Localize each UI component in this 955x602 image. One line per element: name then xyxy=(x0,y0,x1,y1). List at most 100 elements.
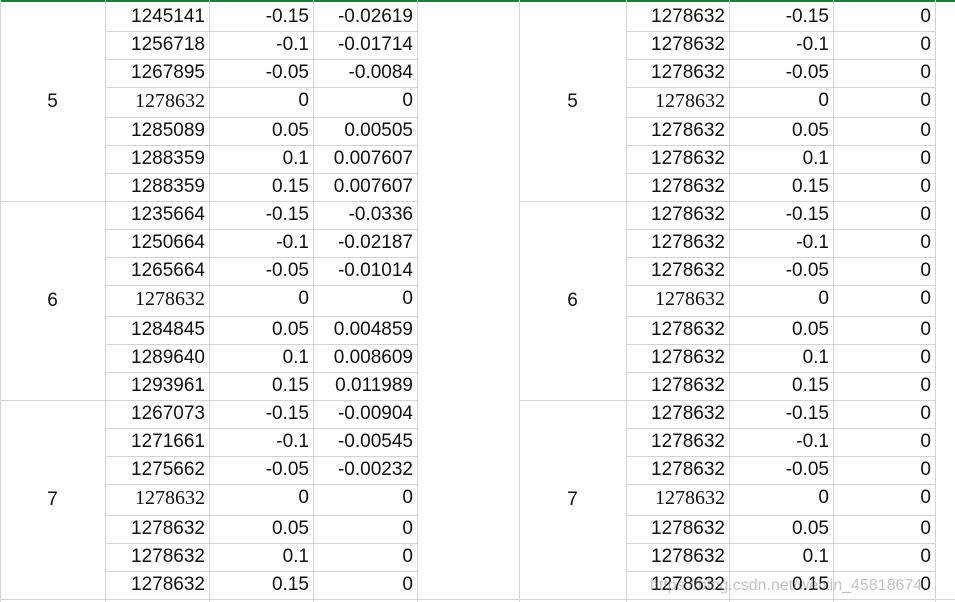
left-cell[interactable]: 0.05 xyxy=(209,117,313,145)
left-cell[interactable]: 1256718 xyxy=(105,31,209,59)
right-cell[interactable]: 1278632 xyxy=(626,316,729,344)
right-cell[interactable]: 1278632 xyxy=(626,400,729,428)
right-cell[interactable]: -0.1 xyxy=(729,229,833,257)
right-cell[interactable]: 0 xyxy=(833,344,935,372)
right-cell[interactable]: 0 xyxy=(833,59,935,87)
right-cell[interactable]: -0.15 xyxy=(729,3,833,31)
left-cell[interactable]: -0.01714 xyxy=(313,31,417,59)
left-cell[interactable]: -0.05 xyxy=(209,59,313,87)
right-cell[interactable]: 1278632 xyxy=(626,543,729,571)
left-cell[interactable]: -0.05 xyxy=(209,257,313,285)
left-cell[interactable]: -0.00904 xyxy=(313,400,417,428)
right-cell[interactable]: -0.1 xyxy=(729,31,833,59)
right-cell[interactable]: 0 xyxy=(833,571,935,599)
left-cell[interactable]: -0.02619 xyxy=(313,3,417,31)
right-cell[interactable]: 1278632 xyxy=(626,31,729,59)
left-group-label[interactable]: 6 xyxy=(0,287,105,315)
right-cell[interactable]: 0.1 xyxy=(729,145,833,173)
right-cell[interactable]: -0.05 xyxy=(729,257,833,285)
right-cell[interactable]: 0 xyxy=(833,31,935,59)
right-cell[interactable]: 0 xyxy=(833,117,935,145)
right-cell[interactable]: 0 xyxy=(729,87,833,115)
right-group-label[interactable]: 5 xyxy=(519,88,626,116)
left-cell[interactable]: 0 xyxy=(313,571,417,599)
right-cell[interactable]: 0.05 xyxy=(729,316,833,344)
left-cell[interactable]: 1278632 xyxy=(105,285,209,313)
right-cell[interactable]: 0.1 xyxy=(729,344,833,372)
left-cell[interactable]: -0.1 xyxy=(209,428,313,456)
left-cell[interactable]: 0 xyxy=(209,87,313,115)
right-cell[interactable]: 0.1 xyxy=(729,543,833,571)
right-cell[interactable]: 1278632 xyxy=(626,285,729,313)
left-cell[interactable]: 1245141 xyxy=(105,3,209,31)
left-cell[interactable]: 0.00505 xyxy=(313,117,417,145)
right-cell[interactable]: 0 xyxy=(833,285,935,313)
left-cell[interactable]: 0.007607 xyxy=(313,173,417,201)
left-cell[interactable]: -0.00545 xyxy=(313,428,417,456)
right-cell[interactable]: 0 xyxy=(833,372,935,400)
right-cell[interactable]: 0.15 xyxy=(729,372,833,400)
left-cell[interactable]: 0 xyxy=(313,484,417,512)
left-cell[interactable]: 1285089 xyxy=(105,117,209,145)
right-cell[interactable]: 0 xyxy=(833,87,935,115)
left-cell[interactable]: 1278632 xyxy=(105,571,209,599)
right-cell[interactable]: 0.05 xyxy=(729,117,833,145)
right-cell[interactable]: -0.05 xyxy=(729,456,833,484)
left-cell[interactable]: 0.1 xyxy=(209,543,313,571)
right-cell[interactable]: 1278632 xyxy=(626,201,729,229)
left-cell[interactable]: 1284845 xyxy=(105,316,209,344)
left-cell[interactable]: 0.008609 xyxy=(313,344,417,372)
left-cell[interactable]: 1278632 xyxy=(105,543,209,571)
left-cell[interactable]: 1271661 xyxy=(105,428,209,456)
left-cell[interactable]: 0 xyxy=(313,515,417,543)
right-cell[interactable]: 0 xyxy=(833,316,935,344)
right-cell[interactable]: 0 xyxy=(833,484,935,512)
right-cell[interactable]: -0.15 xyxy=(729,400,833,428)
left-cell[interactable]: 1278632 xyxy=(105,87,209,115)
right-cell[interactable]: 1278632 xyxy=(626,456,729,484)
right-cell[interactable]: 0 xyxy=(833,173,935,201)
right-cell[interactable]: 0.15 xyxy=(729,173,833,201)
right-cell[interactable]: 1278632 xyxy=(626,3,729,31)
left-cell[interactable]: 0.15 xyxy=(209,372,313,400)
left-cell[interactable]: 0 xyxy=(313,543,417,571)
right-cell[interactable]: 1278632 xyxy=(626,484,729,512)
right-cell[interactable]: 0.05 xyxy=(729,515,833,543)
left-cell[interactable]: 0 xyxy=(209,484,313,512)
right-cell[interactable]: 0 xyxy=(833,400,935,428)
left-cell[interactable]: 0.011989 xyxy=(313,372,417,400)
left-cell[interactable]: 1293961 xyxy=(105,372,209,400)
right-cell[interactable]: 1278632 xyxy=(626,571,729,599)
left-cell[interactable]: -0.15 xyxy=(209,3,313,31)
right-cell[interactable]: 0 xyxy=(833,3,935,31)
left-cell[interactable]: -0.0084 xyxy=(313,59,417,87)
right-cell[interactable]: 1278632 xyxy=(626,515,729,543)
right-cell[interactable]: 0 xyxy=(833,543,935,571)
right-cell[interactable]: 0 xyxy=(833,515,935,543)
left-cell[interactable]: 1250664 xyxy=(105,229,209,257)
left-cell[interactable]: 0 xyxy=(209,285,313,313)
left-cell[interactable]: 1267073 xyxy=(105,400,209,428)
left-cell[interactable]: 0.15 xyxy=(209,173,313,201)
right-cell[interactable]: 1278632 xyxy=(626,428,729,456)
right-cell[interactable]: -0.05 xyxy=(729,59,833,87)
left-cell[interactable]: -0.0336 xyxy=(313,201,417,229)
left-cell[interactable]: 1278632 xyxy=(105,484,209,512)
left-cell[interactable]: -0.1 xyxy=(209,229,313,257)
left-cell[interactable]: 0.004859 xyxy=(313,316,417,344)
right-cell[interactable]: 1278632 xyxy=(626,372,729,400)
left-cell[interactable]: 1289640 xyxy=(105,344,209,372)
right-cell[interactable]: 1278632 xyxy=(626,229,729,257)
left-cell[interactable]: 1288359 xyxy=(105,173,209,201)
right-cell[interactable]: 0 xyxy=(833,456,935,484)
right-cell[interactable]: 1278632 xyxy=(626,59,729,87)
right-cell[interactable]: 0 xyxy=(833,201,935,229)
right-cell[interactable]: 1278632 xyxy=(626,257,729,285)
left-cell[interactable]: 0.05 xyxy=(209,316,313,344)
right-cell[interactable]: 0.15 xyxy=(729,571,833,599)
left-group-label[interactable]: 5 xyxy=(0,88,105,116)
left-cell[interactable]: -0.05 xyxy=(209,456,313,484)
right-cell[interactable]: -0.15 xyxy=(729,201,833,229)
left-cell[interactable]: -0.01014 xyxy=(313,257,417,285)
right-cell[interactable]: 1278632 xyxy=(626,344,729,372)
